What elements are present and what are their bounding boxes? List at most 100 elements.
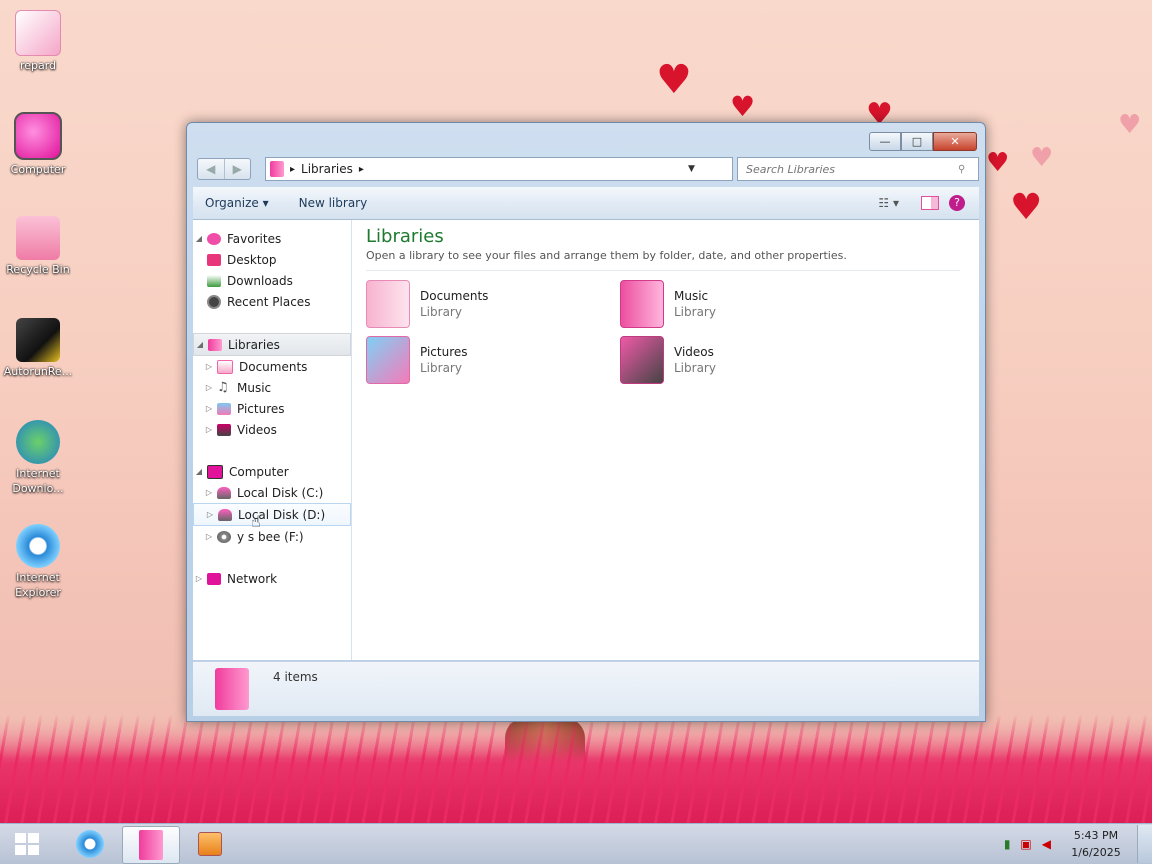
nav-documents[interactable]: ▷ Documents: [193, 356, 351, 377]
libraries-icon: [208, 338, 222, 351]
nav-label: Desktop: [227, 252, 277, 267]
system-tray: ▮ ▣ ◀ 5:43 PM 1/6/2025: [1004, 824, 1152, 864]
music-library-icon: [620, 280, 664, 328]
collapse-arrow-icon[interactable]: ◢: [194, 340, 206, 349]
safely-remove-hardware-icon[interactable]: ▮: [1004, 837, 1011, 851]
desktop-icon-autorun[interactable]: AutorunRe...: [0, 318, 76, 379]
network-icon: [207, 572, 221, 585]
organize-button[interactable]: Organize ▾: [193, 196, 281, 210]
nav-label: Computer: [229, 464, 289, 479]
desktop-icon-label: Computer: [10, 163, 66, 176]
pink-grass: [0, 714, 1152, 824]
videos-icon: [217, 423, 231, 436]
internet-explorer-icon: [16, 524, 60, 568]
start-button[interactable]: [6, 826, 48, 862]
address-dropdown-icon[interactable]: ▼: [688, 164, 695, 174]
show-desktop-button[interactable]: [1137, 825, 1152, 863]
library-name: Music: [674, 289, 709, 303]
network-status-icon[interactable]: ▣: [1020, 837, 1031, 851]
desktop-icon-repard[interactable]: repard: [0, 10, 76, 73]
desktop-icon-recycle-bin[interactable]: Recycle Bin: [0, 216, 76, 277]
nav-local-disk-d[interactable]: ▷ Local Disk (D:): [193, 503, 351, 526]
heart-decoration: ♥: [656, 57, 692, 103]
collapse-arrow-icon[interactable]: ◢: [193, 234, 205, 243]
pictures-library-icon: [366, 336, 410, 384]
expand-arrow-icon[interactable]: ▷: [204, 510, 216, 519]
library-videos[interactable]: Videos Library: [620, 336, 874, 384]
videos-library-icon: [620, 336, 664, 384]
nav-libraries[interactable]: ◢ Libraries: [193, 333, 351, 356]
nav-computer[interactable]: ◢ Computer: [193, 461, 351, 482]
library-name: Videos: [674, 345, 714, 359]
nav-local-disk-c[interactable]: ▷ Local Disk (C:): [193, 482, 351, 503]
new-library-button[interactable]: New library: [287, 196, 380, 210]
desktop-icon-computer[interactable]: Computer: [0, 112, 76, 177]
nav-drive-f[interactable]: ▷ y s bee (F:): [193, 526, 351, 547]
media-player-icon: [198, 832, 222, 856]
nav-recent-places[interactable]: Recent Places: [193, 291, 351, 312]
taskbar-media-player[interactable]: [186, 826, 234, 862]
mouse-cursor-icon: ☝: [251, 512, 261, 531]
heart-decoration: ♥: [986, 148, 1010, 178]
nav-label: y s bee (F:): [237, 529, 304, 544]
expand-arrow-icon[interactable]: ▷: [203, 532, 215, 541]
library-documents[interactable]: Documents Library: [366, 280, 620, 328]
back-button[interactable]: ◀: [198, 159, 225, 179]
close-button[interactable]: ✕: [933, 132, 977, 151]
maximize-button[interactable]: □: [901, 132, 933, 151]
nav-pictures[interactable]: ▷ Pictures: [193, 398, 351, 419]
documents-library-icon: [366, 280, 410, 328]
search-box[interactable]: ⚲: [737, 157, 979, 181]
heart-decoration: ♥: [1010, 187, 1043, 228]
breadcrumb-separator[interactable]: ▸: [359, 164, 364, 175]
minimize-button[interactable]: —: [869, 132, 901, 151]
taskbar-explorer[interactable]: [122, 826, 180, 864]
nav-downloads[interactable]: Downloads: [193, 270, 351, 291]
desktop-icon-internet-download[interactable]: Internet Downlo...: [0, 420, 76, 496]
collapse-arrow-icon[interactable]: ◢: [193, 467, 205, 476]
computer-icon: [207, 464, 223, 479]
breadcrumb-separator[interactable]: ▸: [290, 164, 295, 175]
cd-drive-icon: [217, 530, 231, 543]
hard-drive-icon: [217, 486, 231, 499]
search-input[interactable]: [738, 161, 958, 177]
nav-music[interactable]: ▷ ♫ Music: [193, 377, 351, 398]
navigation-pane: ◢ Favorites Desktop Downloads Recent Pla…: [193, 220, 352, 660]
expand-arrow-icon[interactable]: ▷: [203, 425, 215, 434]
internet-explorer-icon: [76, 830, 104, 858]
back-forward-buttons: ◀ ▶: [197, 158, 251, 180]
nav-label: Libraries: [228, 337, 280, 352]
usb-drive-icon: [16, 318, 60, 362]
search-icon: ⚲: [958, 163, 966, 175]
expand-arrow-icon[interactable]: ▷: [203, 362, 215, 371]
expand-arrow-icon[interactable]: ▷: [193, 574, 205, 583]
desktop-icon-internet-explorer[interactable]: Internet Explorer: [0, 524, 76, 600]
heart-decoration: ♥: [1118, 110, 1142, 140]
item-count: 4 items: [273, 670, 318, 684]
library-type: Library: [420, 305, 462, 319]
expand-arrow-icon[interactable]: ▷: [203, 488, 215, 497]
taskbar-internet-explorer[interactable]: [66, 826, 114, 862]
nav-label: Network: [227, 571, 278, 586]
help-icon[interactable]: ?: [949, 195, 965, 211]
nav-label: Documents: [239, 359, 308, 374]
nav-label: Favorites: [227, 231, 282, 246]
nav-network[interactable]: ▷ Network: [193, 568, 351, 589]
library-type: Library: [420, 361, 462, 375]
breadcrumb-libraries[interactable]: Libraries: [301, 162, 353, 176]
nav-label: Local Disk (C:): [237, 485, 324, 500]
library-music[interactable]: Music Library: [620, 280, 874, 328]
change-view-button[interactable]: ☷ ▾: [866, 196, 911, 210]
expand-arrow-icon[interactable]: ▷: [203, 383, 215, 392]
address-bar[interactable]: ▸ Libraries ▸ ▼ ⇆: [265, 157, 792, 181]
volume-muted-icon[interactable]: ◀: [1042, 837, 1051, 851]
expand-arrow-icon[interactable]: ▷: [203, 404, 215, 413]
preview-pane-icon[interactable]: [921, 196, 939, 210]
nav-favorites[interactable]: ◢ Favorites: [193, 228, 351, 249]
forward-button[interactable]: ▶: [225, 159, 251, 179]
clock-date: 1/6/2025: [1071, 846, 1121, 859]
nav-desktop[interactable]: Desktop: [193, 249, 351, 270]
library-pictures[interactable]: Pictures Library: [366, 336, 620, 384]
clock[interactable]: 5:43 PM 1/6/2025: [1061, 827, 1131, 861]
nav-videos[interactable]: ▷ Videos: [193, 419, 351, 440]
